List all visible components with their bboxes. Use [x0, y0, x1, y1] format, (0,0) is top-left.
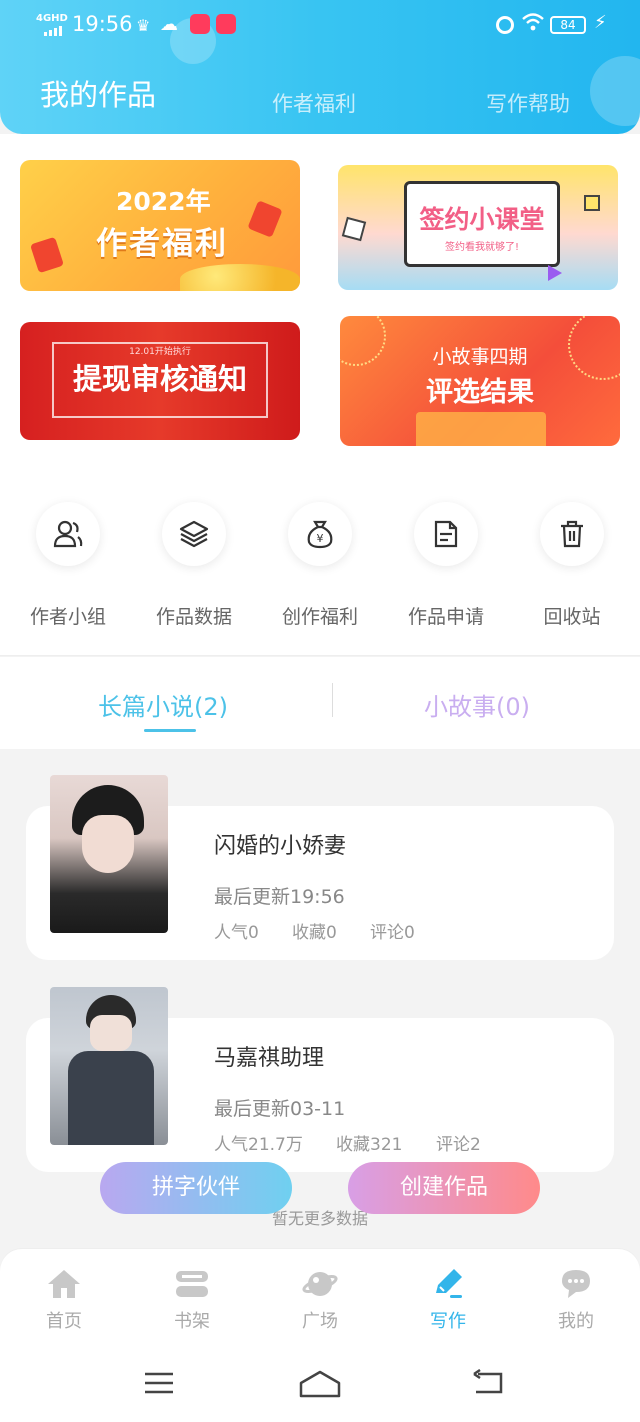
- menu-icon[interactable]: [142, 1369, 182, 1399]
- banner-title: 签约小课堂: [419, 205, 545, 234]
- home-button-icon[interactable]: [298, 1369, 342, 1399]
- work-list: 闪婚的小娇妻 最后更新19:56 人气0 收藏0 评论0 马嘉祺助理 最后更新0…: [0, 749, 640, 1249]
- banner-title: 评选结果: [426, 377, 534, 408]
- home-icon: [0, 1267, 128, 1301]
- back-icon[interactable]: [470, 1368, 510, 1399]
- banner-story-results[interactable]: 小故事四期 评选结果: [340, 316, 620, 446]
- nav-label: 首页: [46, 1311, 82, 1332]
- work-title: 马嘉祺助理: [214, 1046, 325, 1071]
- work-favorites: 收藏0: [292, 923, 337, 943]
- banner-subtitle: 小故事四期: [432, 346, 528, 368]
- work-comments: 评论0: [370, 923, 415, 943]
- bottom-navigation: 首页 书架 广场 写作 我的: [0, 1249, 640, 1347]
- quick-creation-benefits[interactable]: ¥ 创作福利: [256, 502, 384, 629]
- nav-label: 广场: [302, 1311, 338, 1332]
- tab-author-benefits[interactable]: 作者福利: [272, 88, 356, 118]
- charging-icon: ⚡: [594, 12, 607, 33]
- create-work-button[interactable]: 创建作品: [348, 1162, 540, 1214]
- decor-bubble: [590, 56, 640, 126]
- banner-signing-class[interactable]: 签约小课堂 签约看我就够了!: [338, 165, 618, 290]
- quick-label: 作品数据: [155, 606, 232, 628]
- work-popularity: 人气0: [214, 923, 259, 943]
- signal-icon: [44, 26, 64, 36]
- quick-actions: 作者小组 作品数据 ¥ 创作福利 作品申请 回收站: [0, 474, 640, 656]
- svg-text:¥: ¥: [317, 532, 324, 545]
- work-popularity: 人气21.7万: [214, 1135, 303, 1155]
- tab-long-novel[interactable]: 长篇小说(2): [98, 687, 228, 722]
- nav-writing[interactable]: 写作: [384, 1267, 512, 1333]
- nav-profile[interactable]: 我的: [512, 1267, 640, 1333]
- work-updated: 最后更新03-11: [214, 1098, 346, 1120]
- chalkboard: 签约小课堂 签约看我就够了!: [404, 181, 560, 267]
- quick-label: 作品申请: [407, 606, 484, 628]
- battery-icon: 84: [550, 16, 586, 34]
- banner-year: 2022年: [116, 187, 211, 216]
- trash-icon: [540, 502, 604, 566]
- tab-divider: [332, 683, 333, 717]
- nav-bookshelf[interactable]: 书架: [128, 1267, 256, 1333]
- banner-withdrawal-notice[interactable]: 12.01开始执行 提现审核通知: [20, 322, 300, 440]
- cloud-icon: ☁: [160, 14, 178, 35]
- system-navigation-bar: [0, 1347, 640, 1422]
- stage-decor: [416, 412, 546, 446]
- cube-icon: [584, 195, 600, 211]
- work-favorites: 收藏321: [336, 1135, 403, 1155]
- tab-my-works[interactable]: 我的作品: [40, 72, 156, 114]
- work-title: 闪婚的小娇妻: [214, 834, 347, 859]
- banner-grid: 2022年 作者福利 签约小课堂 签约看我就够了! 12.01开始执行 提现审核…: [0, 134, 640, 474]
- wifi-icon: [522, 12, 544, 37]
- money-bag-icon: ¥: [288, 502, 352, 566]
- network-type: 4GHD: [36, 13, 68, 24]
- app-header: 4GHD 19:56 ♛ ☁ 84 ⚡ 我的作品 作者福利 写作帮助: [0, 0, 640, 134]
- layers-icon: [162, 502, 226, 566]
- chat-bubble-icon: [512, 1267, 640, 1301]
- nav-home[interactable]: 首页: [0, 1267, 128, 1333]
- quick-label: 作者小组: [29, 606, 106, 628]
- nav-label: 书架: [174, 1311, 210, 1332]
- play-icon: [548, 265, 562, 281]
- status-bar: 4GHD 19:56 ♛ ☁ 84 ⚡: [0, 8, 640, 44]
- quick-work-application[interactable]: 作品申请: [382, 502, 510, 629]
- group-icon: [36, 502, 100, 566]
- tab-short-story[interactable]: 小故事(0): [424, 687, 530, 722]
- app-notification-icon: [190, 14, 210, 34]
- banner-title: 提现审核通知: [72, 362, 247, 396]
- alarm-icon: [496, 16, 514, 34]
- nav-square[interactable]: 广场: [256, 1267, 384, 1333]
- crown-icon: ♛: [136, 16, 151, 35]
- planet-icon: [256, 1267, 384, 1301]
- active-tab-indicator: [144, 729, 196, 732]
- app-notification-icon: [216, 14, 236, 34]
- red-envelope-icon: [247, 200, 283, 238]
- work-comments: 评论2: [436, 1135, 481, 1155]
- banner-title: 作者福利: [96, 226, 228, 262]
- banner-author-benefits[interactable]: 2022年 作者福利: [20, 160, 300, 291]
- nav-label: 写作: [430, 1311, 466, 1332]
- bookshelf-icon: [128, 1267, 256, 1301]
- work-type-tabs: 长篇小说(2) 小故事(0): [0, 657, 640, 749]
- gold-coins-image: [180, 264, 300, 291]
- pen-icon: [384, 1267, 512, 1301]
- cube-icon: [341, 216, 367, 242]
- quick-author-group[interactable]: 作者小组: [4, 502, 132, 629]
- tab-writing-help[interactable]: 写作帮助: [486, 88, 570, 118]
- writing-partner-button[interactable]: 拼字伙伴: [100, 1162, 292, 1214]
- quick-label: 创作福利: [281, 606, 358, 628]
- quick-recycle-bin[interactable]: 回收站: [508, 502, 636, 629]
- work-cover-image[interactable]: [50, 987, 168, 1145]
- nav-label: 我的: [558, 1311, 594, 1332]
- no-more-data: 暂无更多数据: [271, 1209, 368, 1228]
- clock: 19:56: [72, 12, 133, 36]
- banner-subtitle: 签约看我就够了!: [444, 242, 519, 253]
- work-cover-image[interactable]: [50, 775, 168, 933]
- quick-work-data[interactable]: 作品数据: [130, 502, 258, 629]
- document-icon: [414, 502, 478, 566]
- work-updated: 最后更新19:56: [214, 886, 345, 908]
- red-envelope-icon: [30, 236, 64, 274]
- quick-label: 回收站: [543, 606, 601, 628]
